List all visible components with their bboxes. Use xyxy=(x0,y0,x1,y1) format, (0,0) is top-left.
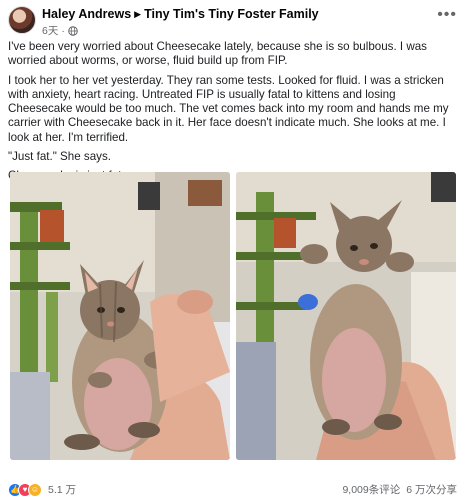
reaction-summary[interactable]: 👍 ♥ ☺ 5.1 万 xyxy=(8,482,76,497)
comment-count[interactable]: 9,009条评论 xyxy=(342,482,400,497)
reaction-count[interactable]: 5.1 万 xyxy=(48,482,76,497)
separator-dot: · xyxy=(61,24,65,37)
post-paragraph: I've been very worried about Cheesecake … xyxy=(8,40,427,68)
share-count[interactable]: 6 万次分享 xyxy=(406,482,457,497)
avatar[interactable] xyxy=(8,6,36,34)
haha-icon: ☺ xyxy=(28,482,42,497)
post-paragraph: "Just fat." She says. xyxy=(8,150,111,164)
more-dots-icon[interactable]: ••• xyxy=(437,7,457,23)
post-footer: 👍 ♥ ☺ 5.1 万 9,009条评论 6 万次分享 xyxy=(8,482,457,498)
post-timestamp[interactable]: 6天 xyxy=(42,23,58,38)
post-author-line: Haley Andrews ▶ Tiny Tim's Tiny Foster Fam… xyxy=(42,7,319,21)
engagement-stats: 9,009条评论 6 万次分享 xyxy=(342,482,457,497)
globe-icon xyxy=(68,25,78,36)
triangle-right-icon: ▶ xyxy=(134,9,142,19)
group-name[interactable]: Tiny Tim's Tiny Foster Family xyxy=(144,7,319,21)
post-photo-left[interactable] xyxy=(10,172,230,460)
author-name[interactable]: Haley Andrews xyxy=(42,7,131,21)
post-photo-right[interactable] xyxy=(236,172,456,460)
post-header: Haley Andrews ▶ Tiny Tim's Tiny Foster Fam… xyxy=(8,6,457,38)
post-meta: 6天 · xyxy=(42,23,78,38)
post-paragraph: I took her to her vet yesterday. They ra… xyxy=(8,73,449,144)
post-body: I've been very worried about Cheesecake … xyxy=(8,40,460,189)
